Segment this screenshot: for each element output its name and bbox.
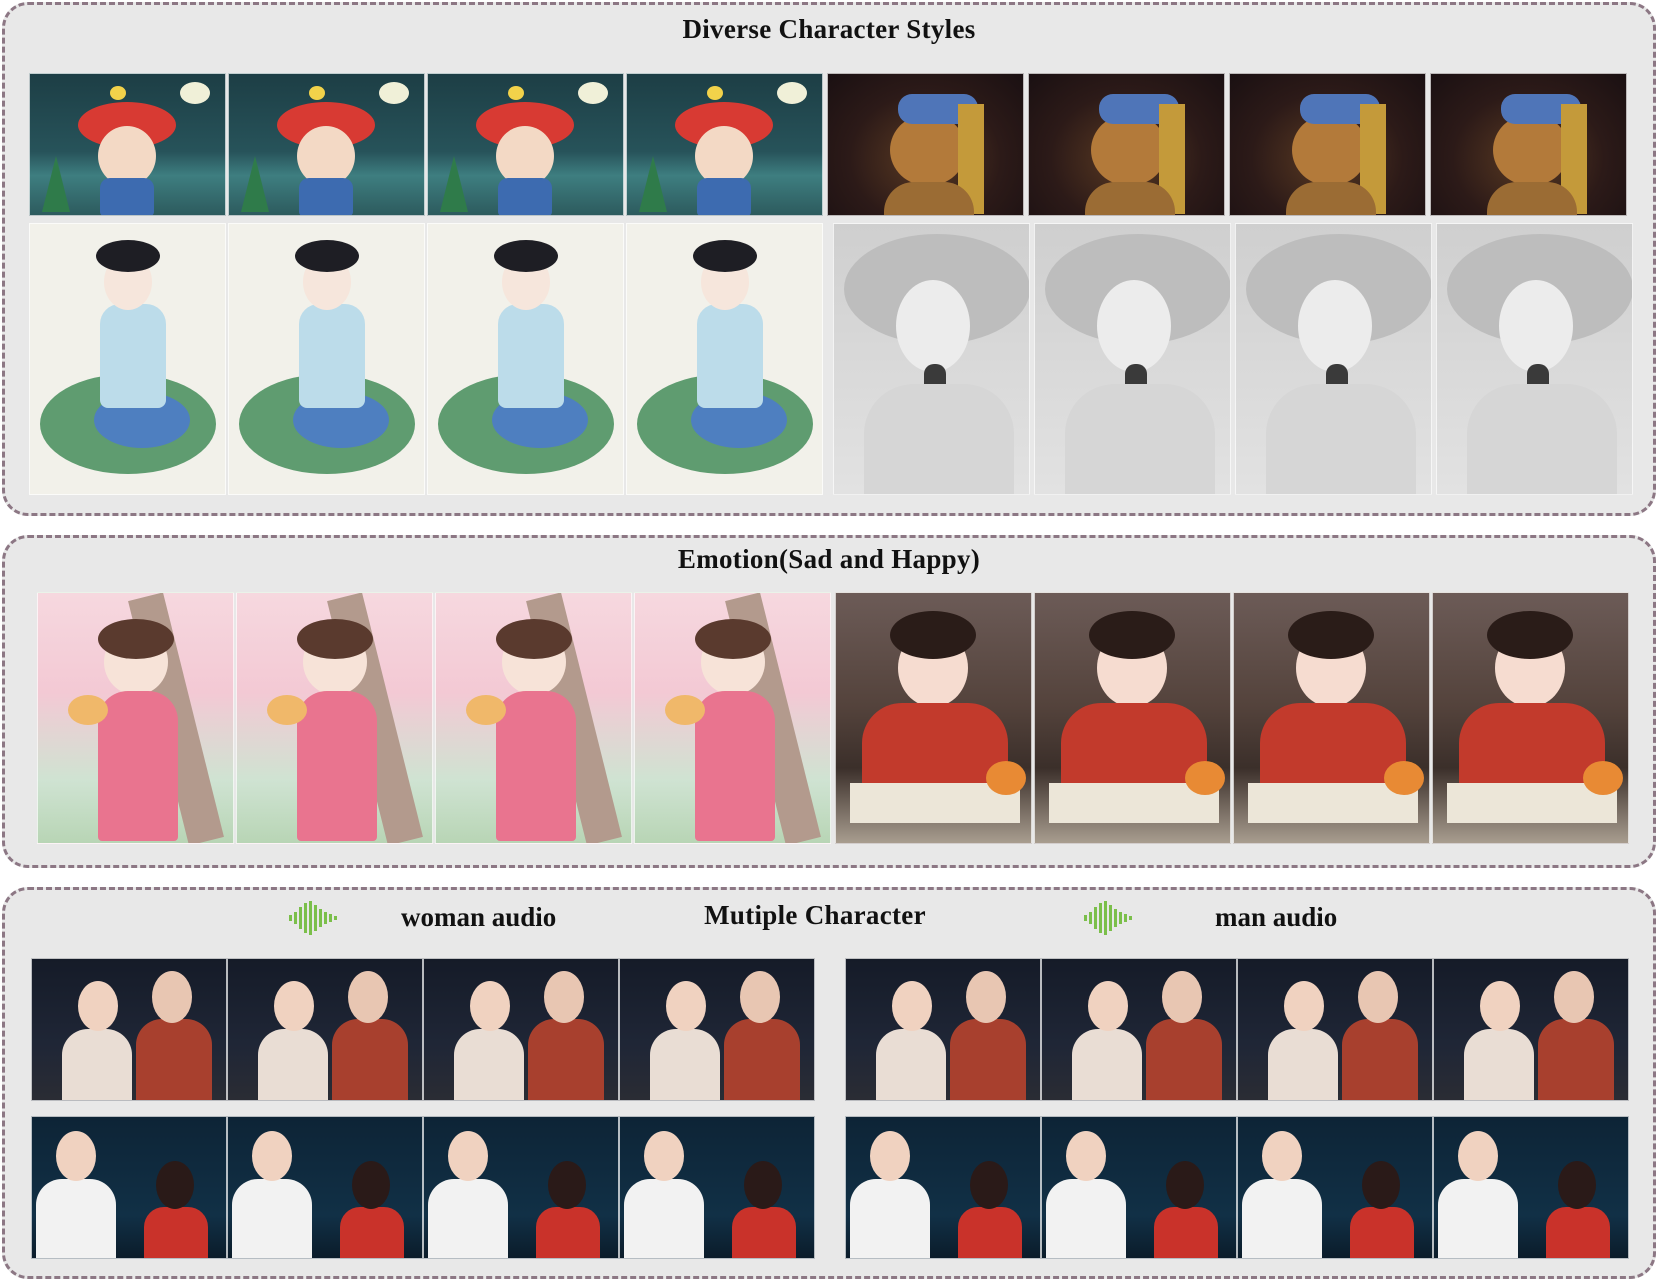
frame-thumbnail <box>427 223 624 495</box>
frame-thumbnail <box>845 1116 1041 1259</box>
duet-frames-man-audio <box>845 958 1629 1101</box>
frame-thumbnail <box>1041 958 1237 1101</box>
frame-thumbnail <box>228 73 425 216</box>
frame-thumbnail <box>1237 958 1433 1101</box>
frame-thumbnail <box>31 1116 227 1259</box>
frame-thumbnail <box>29 73 226 216</box>
frame-thumbnail <box>236 592 433 844</box>
frame-thumbnail <box>845 958 1041 1101</box>
sketch-girl-frames <box>833 223 1633 495</box>
frame-thumbnail <box>37 592 234 844</box>
cat-frames <box>827 73 1627 216</box>
sound-wave-icon <box>1084 901 1132 935</box>
diverse-styles-panel: Diverse Character Styles <box>2 2 1656 516</box>
frame-thumbnail <box>1041 1116 1237 1259</box>
panel-title: Emotion(Sad and Happy) <box>677 544 981 574</box>
frame-thumbnail <box>1430 73 1627 216</box>
frame-thumbnail <box>1028 73 1225 216</box>
frame-thumbnail <box>827 73 1024 216</box>
frame-thumbnail <box>1432 592 1629 844</box>
frame-thumbnail <box>626 223 823 495</box>
frame-thumbnail <box>1433 958 1629 1101</box>
duet-frames-woman-audio <box>31 958 815 1101</box>
doll-frames <box>29 73 823 216</box>
frame-thumbnail <box>619 958 815 1101</box>
frame-thumbnail <box>435 592 632 844</box>
frame-thumbnail <box>835 592 1032 844</box>
frame-thumbnail <box>1433 1116 1629 1259</box>
frame-thumbnail <box>1233 592 1430 844</box>
frame-thumbnail <box>1237 1116 1433 1259</box>
frame-thumbnail <box>1436 223 1633 495</box>
frame-thumbnail <box>619 1116 815 1259</box>
frame-thumbnail <box>423 958 619 1101</box>
frame-thumbnail <box>626 73 823 216</box>
frame-thumbnail <box>423 1116 619 1259</box>
frame-thumbnail <box>634 592 831 844</box>
calligraphy-girl-frames <box>835 592 1629 844</box>
frame-thumbnail <box>31 958 227 1101</box>
frame-thumbnail <box>833 223 1030 495</box>
frame-thumbnail <box>1034 223 1231 495</box>
frame-thumbnail <box>228 223 425 495</box>
man-audio-label: man audio <box>1215 902 1338 932</box>
frame-thumbnail <box>1235 223 1432 495</box>
frame-thumbnail <box>1034 592 1231 844</box>
ink-girl-frames <box>29 223 823 495</box>
panel-title: Diverse Character Styles <box>682 14 976 44</box>
concert-frames-man-audio <box>845 1116 1629 1259</box>
panel-title: Mutiple Character <box>704 900 926 930</box>
emotion-panel: Emotion(Sad and Happy) <box>2 535 1656 868</box>
multiple-character-panel: woman audio Mutiple Character man audio <box>2 887 1656 1279</box>
frame-thumbnail <box>29 223 226 495</box>
blossom-girl-frames <box>37 592 831 844</box>
frame-thumbnail <box>227 1116 423 1259</box>
concert-frames-woman-audio <box>31 1116 815 1259</box>
frame-thumbnail <box>1229 73 1426 216</box>
frame-thumbnail <box>227 958 423 1101</box>
frame-thumbnail <box>427 73 624 216</box>
